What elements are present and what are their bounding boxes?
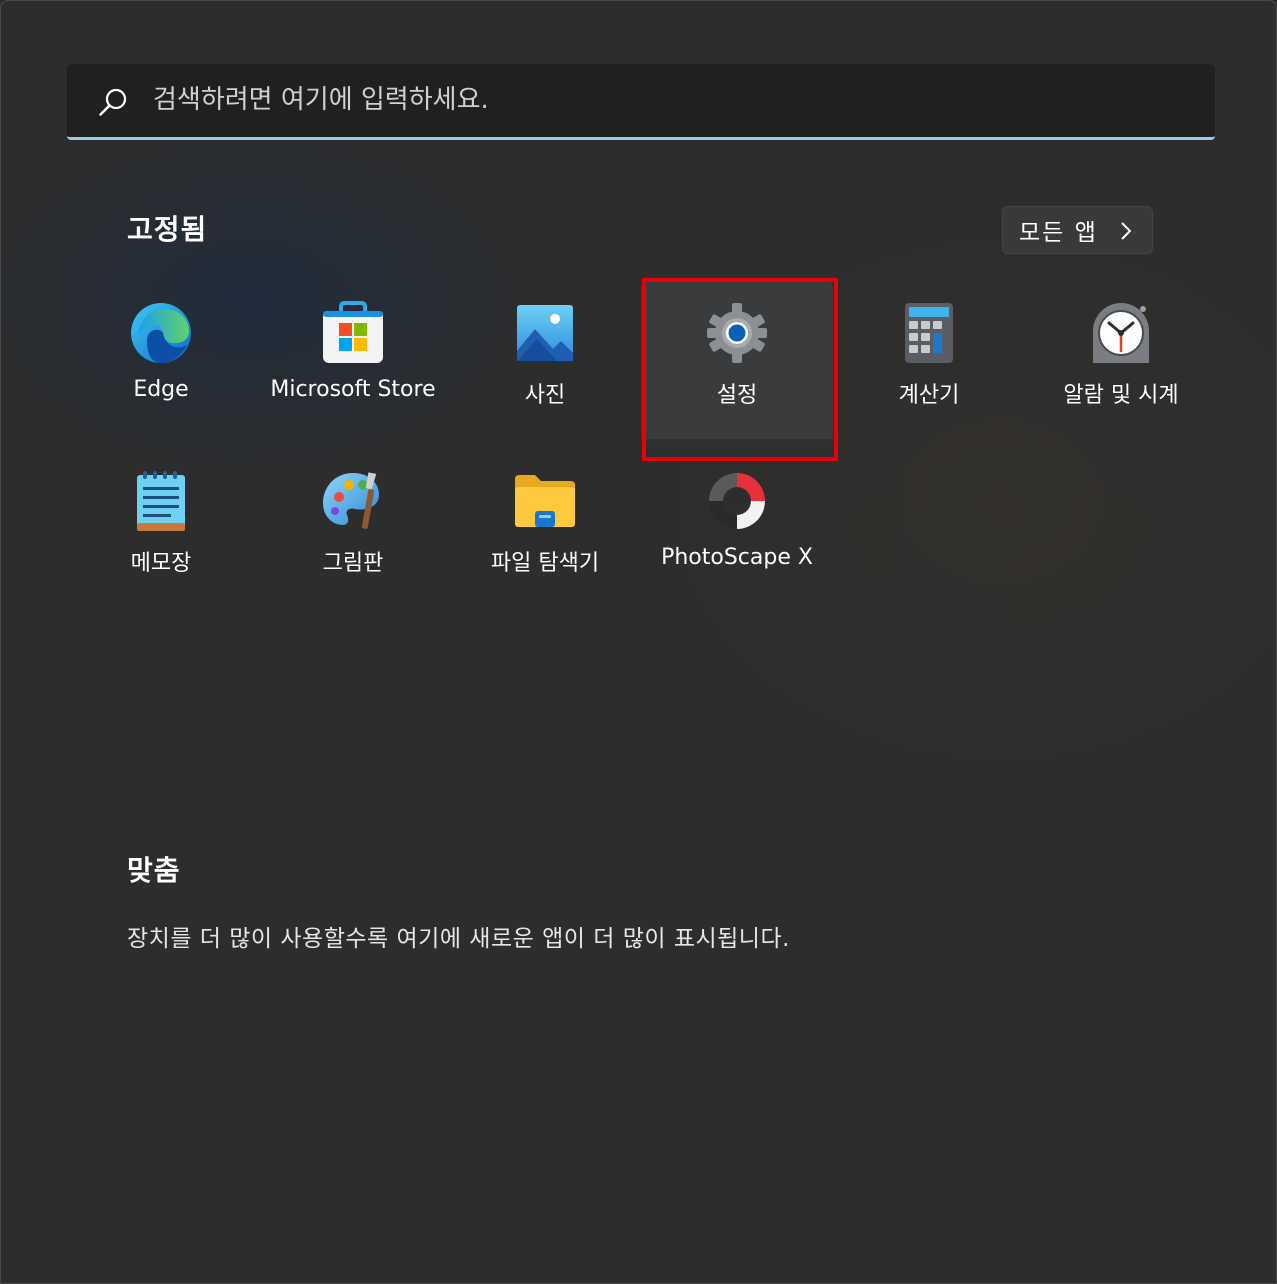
search-box[interactable] (67, 64, 1215, 140)
calculator-icon (905, 303, 953, 363)
pinned-section-title: 고정됨 (127, 213, 208, 246)
all-apps-label: 모든 앱 (1019, 220, 1098, 246)
start-menu: 고정됨 모든 앱 Edge (0, 0, 1277, 1284)
search-input[interactable] (153, 80, 1193, 120)
photoscape-x-icon (709, 473, 765, 529)
alarm-clock-icon (1093, 303, 1149, 363)
file-explorer-folder-icon (515, 475, 575, 527)
app-tile-microsoft-store[interactable]: Microsoft Store (257, 281, 449, 449)
all-apps-button[interactable]: 모든 앱 (1002, 206, 1153, 254)
paint-palette-icon (323, 472, 379, 529)
search-icon (99, 88, 127, 116)
microsoft-store-icon (323, 301, 383, 363)
app-tile-photos[interactable]: 사진 (449, 281, 641, 449)
app-tile-notepad[interactable]: 메모장 (65, 449, 257, 617)
app-label-photoscape-x: PhotoScape X (661, 545, 813, 570)
notepad-icon (137, 471, 185, 531)
app-tile-file-explorer[interactable]: 파일 탐색기 (449, 449, 641, 617)
edge-icon (131, 303, 191, 363)
chevron-right-icon (1121, 222, 1132, 240)
app-tile-paint[interactable]: 그림판 (257, 449, 449, 617)
app-tile-photoscape-x[interactable]: PhotoScape X (641, 449, 833, 617)
app-tile-calculator[interactable]: 계산기 (833, 281, 1025, 449)
app-label-alarm-clock: 알람 및 시계 (1063, 383, 1179, 408)
recommended-section-title: 맞춤 (127, 854, 181, 887)
app-tile-alarm-clock[interactable]: 알람 및 시계 (1025, 281, 1217, 449)
photos-icon (517, 305, 573, 361)
settings-gear-icon (707, 303, 767, 363)
recommended-empty-message: 장치를 더 많이 사용할수록 여기에 새로운 앱이 더 많이 표시됩니다. (127, 926, 790, 952)
app-tile-edge[interactable]: Edge (65, 281, 257, 449)
app-tile-settings[interactable]: 설정 (641, 281, 833, 449)
